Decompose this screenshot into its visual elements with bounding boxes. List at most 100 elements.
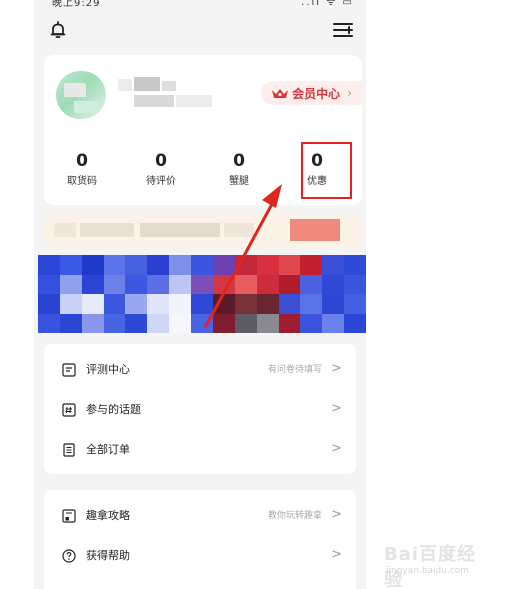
banner-mosaic-cell — [38, 294, 61, 314]
chevron-right-icon: > — [331, 547, 342, 562]
banner-mosaic-cell — [169, 255, 192, 275]
banner-mosaic-cell — [169, 313, 192, 333]
stat-pickup-code[interactable]: 0 取货码 — [52, 150, 112, 190]
banner-mosaic-cell — [322, 294, 345, 314]
banner-mosaic-cell — [81, 255, 105, 275]
chevron-right-icon: > — [331, 401, 342, 416]
banner-mosaic-cell — [300, 294, 323, 314]
menu-icon[interactable] — [332, 20, 354, 40]
banner-mosaic-cell — [234, 313, 258, 333]
topic-icon — [62, 403, 76, 417]
menu-item-label: 评测中心 — [86, 363, 130, 376]
banner-mosaic-cell — [278, 274, 301, 295]
banner-mosaic-cell — [169, 294, 192, 314]
banner-mosaic-cell — [300, 313, 323, 333]
menu-item-topics[interactable]: 参与的话题 > — [44, 390, 356, 430]
banner-mosaic-cell — [300, 274, 323, 295]
banner-mosaic-cell — [59, 255, 83, 275]
banner-mosaic-cell — [125, 313, 148, 333]
banner-mosaic-cell — [256, 313, 280, 333]
stat-pending-review[interactable]: 0 待评价 — [131, 150, 191, 190]
chevron-right-icon: › — [347, 86, 352, 100]
banner-mosaic-cell — [147, 294, 170, 314]
stat-value: 0 — [155, 151, 167, 171]
banner-mosaic-cell — [59, 294, 83, 314]
banner-mosaic-cell — [59, 313, 83, 333]
banner-mosaic-cell — [234, 274, 258, 295]
banner-mosaic-cell — [191, 274, 214, 295]
avatar[interactable] — [56, 71, 106, 119]
banner-mosaic-cell — [234, 255, 258, 275]
promo-strip-blurred[interactable] — [44, 213, 362, 247]
banner-mosaic-cell — [103, 274, 126, 295]
menu-item-guide[interactable]: 趣拿攻略 教你玩转趣拿 > — [44, 496, 356, 536]
menu-item-label: 获得帮助 — [86, 549, 130, 562]
banner-mosaic-cell — [300, 255, 323, 275]
banner-mosaic-cell — [212, 294, 236, 314]
banner-mosaic-cell — [344, 255, 366, 275]
stat-label: 待评价 — [146, 176, 176, 187]
banner-mosaic-cell — [322, 274, 345, 295]
banner-mosaic-cell — [278, 294, 301, 314]
username-blurred[interactable] — [118, 77, 212, 113]
banner-mosaic-cell — [38, 274, 61, 295]
chevron-right-icon: > — [331, 441, 342, 456]
menu-group-2: 趣拿攻略 教你玩转趣拿 > 获得帮助 > — [44, 490, 356, 589]
banner-mosaic-cell — [191, 294, 214, 314]
crown-icon — [272, 89, 289, 98]
menu-item-label: 趣拿攻略 — [86, 509, 130, 522]
banner-mosaic-cell — [103, 294, 126, 314]
banner-mosaic-cell — [125, 294, 148, 314]
banner-mosaic-cell — [103, 313, 126, 333]
banner-mosaic-cell — [191, 255, 214, 275]
banner-mosaic-cell — [59, 274, 83, 295]
banner-mosaic-cell — [212, 313, 236, 333]
banner-mosaic-cell — [38, 255, 61, 275]
status-icons: ..ıl ᯤ ▭ — [301, 0, 354, 8]
banner-mosaic-cell — [103, 255, 126, 275]
bell-icon[interactable] — [48, 20, 68, 40]
banner-mosaic-cell — [344, 274, 366, 295]
banner-mosaic-cell — [322, 313, 345, 333]
banner-mosaic-cell — [125, 255, 148, 275]
banner-mosaic-cell — [38, 313, 61, 333]
banner-mosaic-cell — [191, 313, 214, 333]
user-card: 会员中心 › 0 取货码 0 待评价 0 蟹腿 0 优惠 — [44, 55, 362, 205]
menu-item-help[interactable]: 获得帮助 > — [44, 536, 356, 576]
banner-mosaic-cell — [344, 313, 366, 333]
help-icon — [62, 549, 76, 563]
guide-icon — [62, 509, 76, 523]
stat-value: 0 — [233, 151, 245, 171]
menu-item-all-orders[interactable]: 全部订单 > — [44, 430, 356, 470]
banner-mosaic-cell — [278, 255, 301, 275]
chevron-right-icon: > — [331, 507, 342, 522]
menu-item-label: 全部订单 — [86, 443, 130, 456]
watermark-url: jingyan.baidu.com — [386, 566, 470, 576]
banner-mosaic-cell — [147, 313, 170, 333]
banner-mosaic-cell — [81, 313, 105, 333]
banner-mosaic-cell — [256, 255, 280, 275]
banner-mosaic-cell — [81, 294, 105, 314]
banner-mosaic-cell — [256, 294, 280, 314]
banner-mosaic-cell — [256, 274, 280, 295]
vip-center-label: 会员中心 — [292, 86, 341, 101]
page: 晚上9:29 ..ıl ᯤ ▭ 会员中心 › 0 取货码 0 待评价 0 蟹腿 … — [0, 0, 506, 589]
menu-item-hint: 教你玩转趣拿 — [267, 511, 322, 521]
banner-mosaic-cell — [147, 274, 170, 295]
watermark: Bai百度经验 jingyan.baidu.com — [384, 540, 494, 589]
vip-center-button[interactable]: 会员中心 › — [261, 81, 362, 105]
banner-mosaic-cell — [322, 255, 345, 275]
banner-mosaic-cell — [212, 274, 236, 295]
menu-item-review-center[interactable]: 评测中心 有问卷待填写 > — [44, 350, 356, 390]
banner-blurred[interactable] — [38, 255, 366, 333]
banner-mosaic-cell — [147, 255, 170, 275]
menu-item-hint: 有问卷待填写 — [267, 365, 322, 375]
orders-icon — [63, 443, 75, 457]
stat-value: 0 — [76, 151, 88, 171]
stat-crab-legs[interactable]: 0 蟹腿 — [209, 150, 269, 190]
banner-mosaic-cell — [81, 274, 105, 295]
banner-mosaic-cell — [125, 274, 148, 295]
banner-mosaic-cell — [344, 294, 366, 314]
review-icon — [62, 363, 76, 377]
banner-mosaic-cell — [234, 294, 258, 314]
